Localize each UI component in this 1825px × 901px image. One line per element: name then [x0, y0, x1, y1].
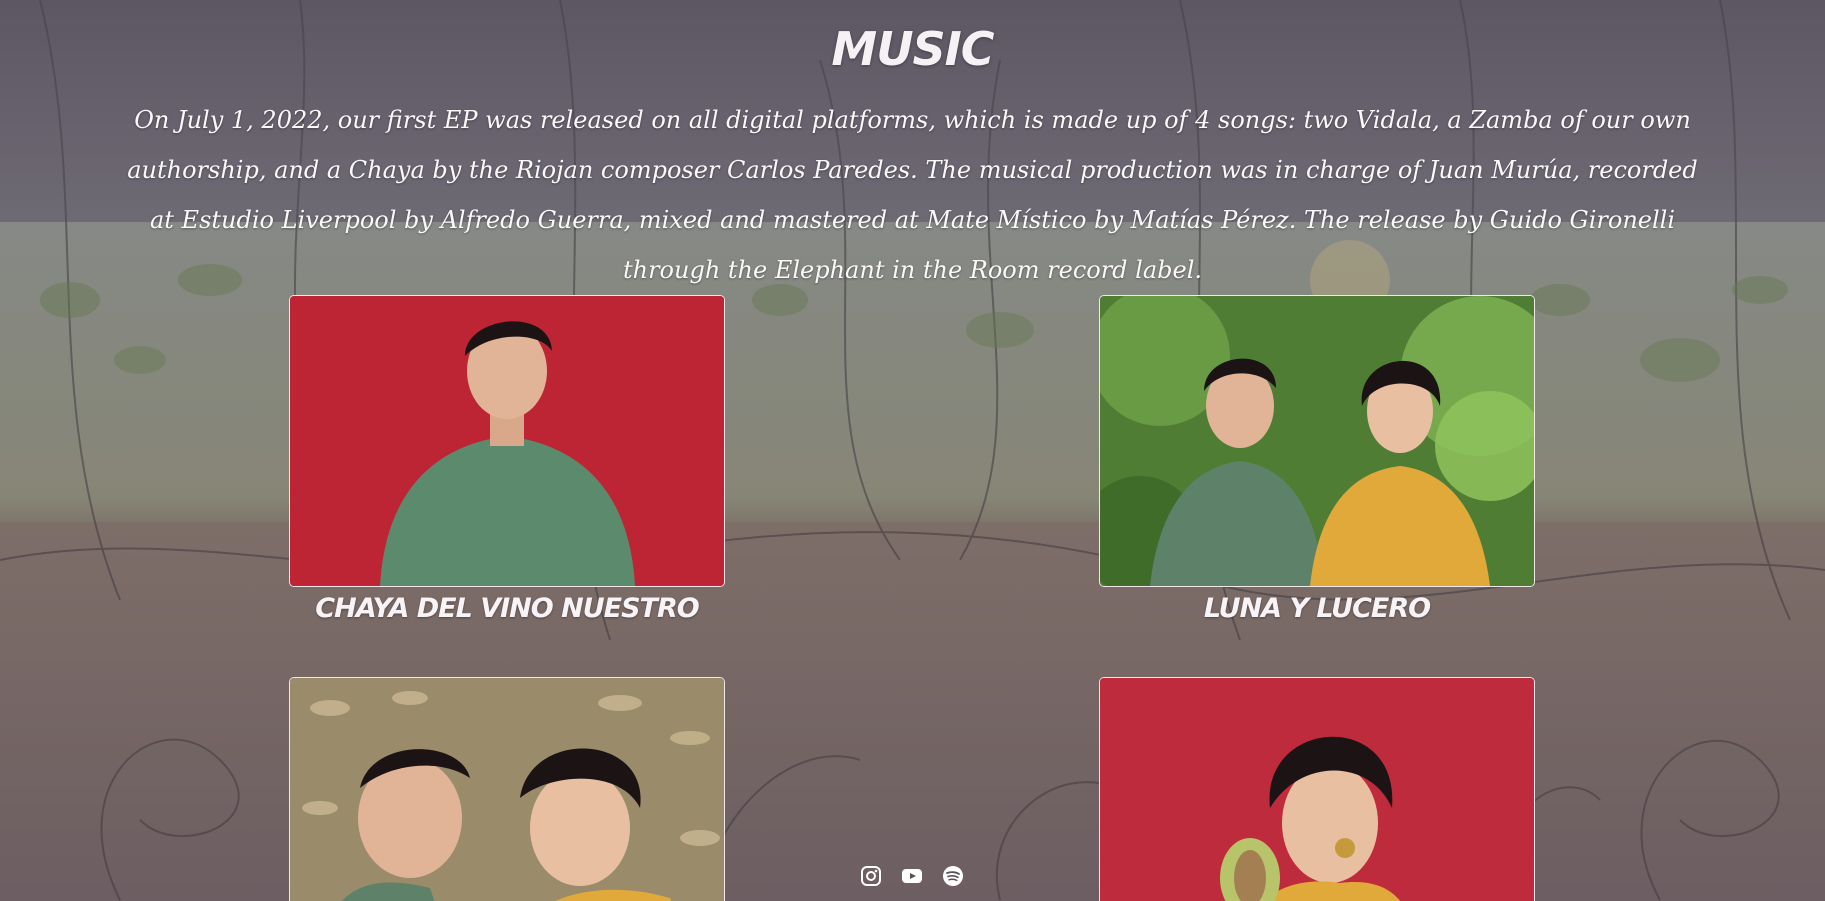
- social-links: [860, 863, 964, 889]
- song-card[interactable]: [1099, 677, 1535, 901]
- spotify-icon[interactable]: [942, 865, 964, 887]
- song-title: LUNA Y LUCERO: [1203, 593, 1431, 624]
- section-intro: On July 1, 2022, our first EP was releas…: [127, 106, 1698, 284]
- instagram-icon[interactable]: [860, 865, 882, 887]
- music-section: MUSIC On July 1, 2022, our first EP was …: [0, 0, 1825, 901]
- song-photo[interactable]: [289, 677, 725, 901]
- song-photo[interactable]: [1099, 677, 1535, 901]
- youtube-icon[interactable]: [901, 865, 923, 887]
- song-card[interactable]: CHAYA DEL VINO NUESTRO: [289, 295, 725, 624]
- song-photo[interactable]: [289, 295, 725, 587]
- song-card[interactable]: LUNA Y LUCERO: [1099, 295, 1535, 624]
- section-title: MUSIC: [831, 22, 994, 76]
- song-title: CHAYA DEL VINO NUESTRO: [315, 593, 699, 624]
- song-card[interactable]: [289, 677, 725, 901]
- song-photo[interactable]: [1099, 295, 1535, 587]
